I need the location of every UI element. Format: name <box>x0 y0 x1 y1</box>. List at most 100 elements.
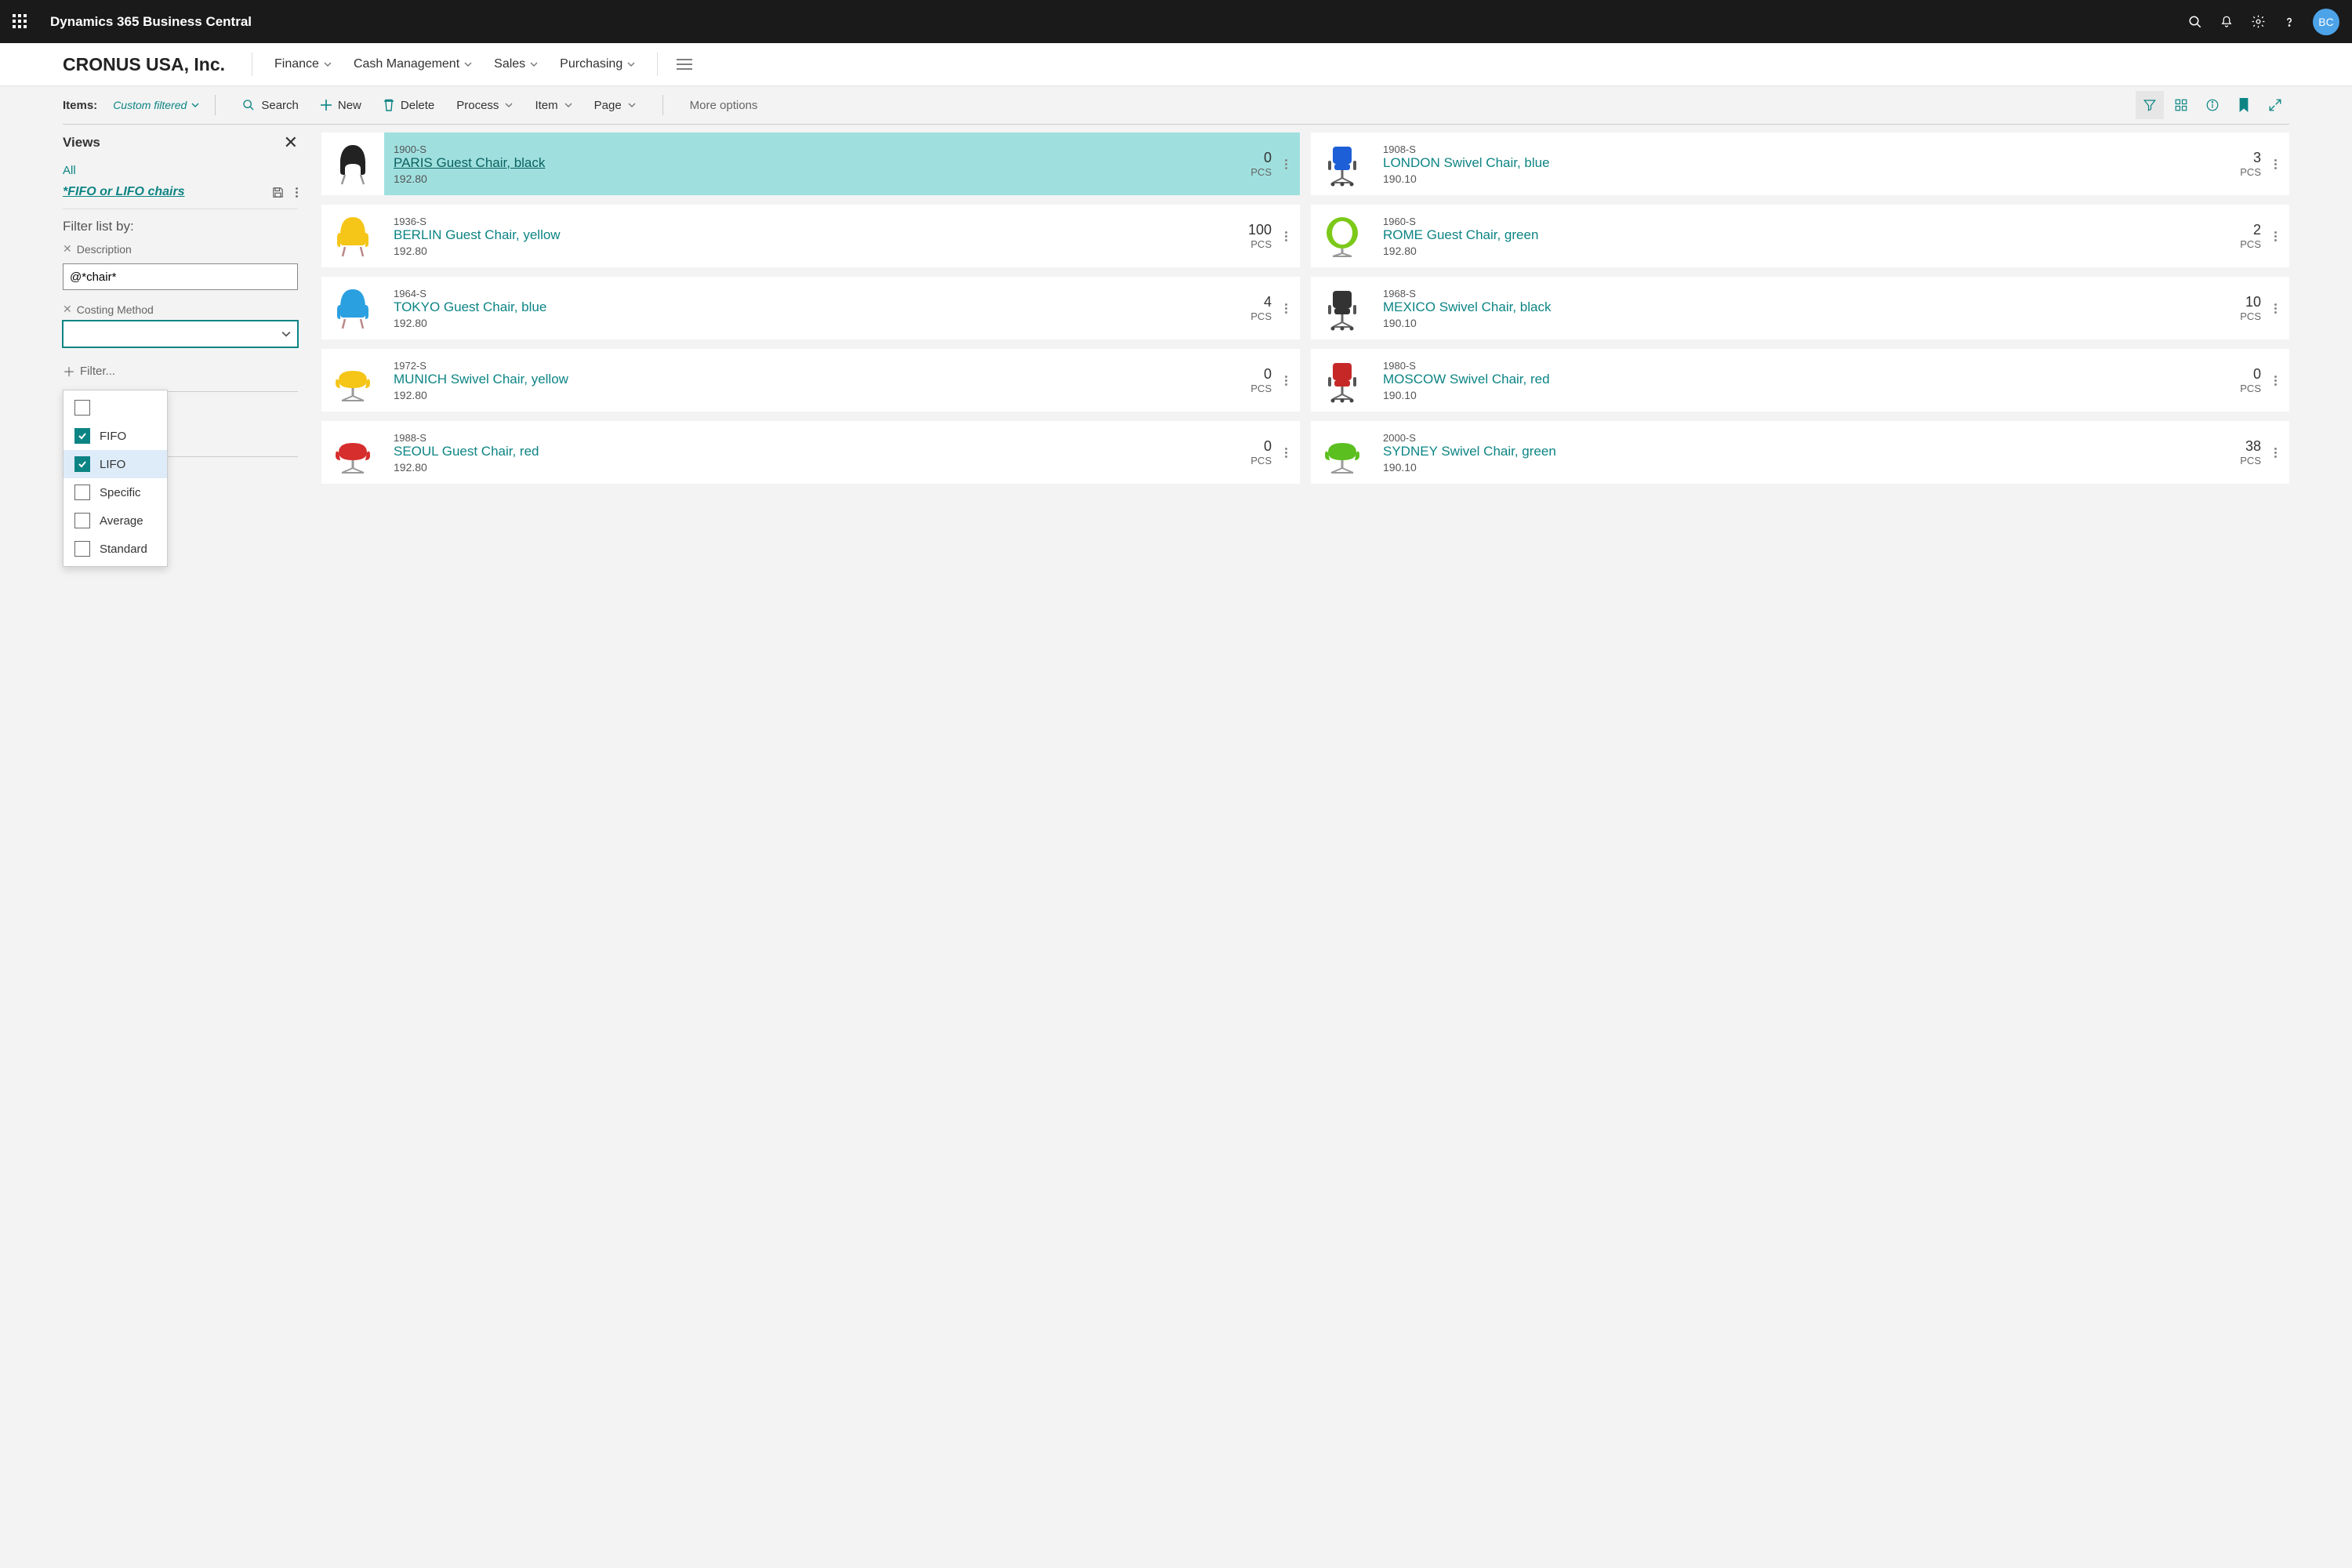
remove-filter-icon[interactable]: ✕ <box>63 303 72 316</box>
item-thumbnail <box>1311 349 1374 412</box>
item-unit: PCS <box>2240 383 2261 394</box>
item-unit: PCS <box>2240 238 2261 250</box>
tiles-view-icon[interactable] <box>2167 91 2195 119</box>
item-price: 192.80 <box>394 245 1239 257</box>
nav-cash-management[interactable]: Cash Management <box>354 57 472 71</box>
dropdown-option[interactable]: Average <box>64 506 167 535</box>
item-name[interactable]: LONDON Swivel Chair, blue <box>1383 155 2230 171</box>
item-thumbnail <box>321 421 384 484</box>
process-dropdown[interactable]: Process <box>456 99 513 112</box>
costing-method-dropdown: FIFO LIFO Specific Average Standard <box>63 390 168 567</box>
more-icon[interactable] <box>296 187 298 198</box>
bookmark-icon[interactable] <box>2230 91 2258 119</box>
item-more-icon[interactable] <box>2266 376 2285 386</box>
item-qty: 38 <box>2240 438 2261 455</box>
delete-label: Delete <box>401 99 434 112</box>
item-card[interactable]: 1900-S PARIS Guest Chair, black 192.80 0… <box>321 132 1300 195</box>
item-qty: 2 <box>2240 222 2261 238</box>
bell-icon[interactable] <box>2211 6 2242 38</box>
filter-view-dropdown[interactable]: Custom filtered <box>113 99 199 111</box>
option-label: FIFO <box>100 430 126 443</box>
item-sku: 1980-S <box>1383 360 2230 372</box>
item-name[interactable]: SYDNEY Swivel Chair, green <box>1383 444 2230 459</box>
item-card[interactable]: 1908-S LONDON Swivel Chair, blue 190.10 … <box>1311 132 2289 195</box>
item-card[interactable]: 1968-S MEXICO Swivel Chair, black 190.10… <box>1311 277 2289 339</box>
item-more-icon[interactable] <box>1276 303 1295 314</box>
remove-filter-icon[interactable]: ✕ <box>63 242 72 256</box>
item-name[interactable]: MOSCOW Swivel Chair, red <box>1383 372 2230 387</box>
description-input[interactable] <box>63 263 298 290</box>
page-dropdown[interactable]: Page <box>594 99 636 112</box>
more-options[interactable]: More options <box>690 99 758 112</box>
item-name[interactable]: MEXICO Swivel Chair, black <box>1383 299 2230 315</box>
expand-icon[interactable] <box>2261 91 2289 119</box>
item-more-icon[interactable] <box>1276 376 1295 386</box>
help-icon[interactable] <box>2274 6 2305 38</box>
item-more-icon[interactable] <box>1276 448 1295 458</box>
item-more-icon[interactable] <box>2266 303 2285 314</box>
app-launcher-icon[interactable] <box>13 14 28 30</box>
item-card[interactable]: 2000-S SYDNEY Swivel Chair, green 190.10… <box>1311 421 2289 484</box>
item-card[interactable]: 1960-S ROME Guest Chair, green 192.80 2 … <box>1311 205 2289 267</box>
item-sku: 1936-S <box>394 216 1239 227</box>
item-card[interactable]: 1964-S TOKYO Guest Chair, blue 192.80 4 … <box>321 277 1300 339</box>
dropdown-option[interactable]: Standard <box>64 535 167 563</box>
checkbox-icon[interactable] <box>74 541 90 557</box>
option-label: Specific <box>100 486 141 499</box>
view-active[interactable]: *FIFO or LIFO chairs <box>63 185 185 199</box>
add-filter[interactable]: ＋Filter... <box>63 361 298 380</box>
costing-method-select[interactable] <box>63 321 298 347</box>
company-name[interactable]: CRONUS USA, Inc. <box>63 54 225 75</box>
item-dropdown[interactable]: Item <box>535 99 572 112</box>
dropdown-option[interactable] <box>64 394 167 422</box>
item-card[interactable]: 1980-S MOSCOW Swivel Chair, red 190.10 0… <box>1311 349 2289 412</box>
item-card[interactable]: 1988-S SEOUL Guest Chair, red 192.80 0 P… <box>321 421 1300 484</box>
checkbox-icon[interactable] <box>74 400 90 416</box>
item-price: 190.10 <box>1383 317 2230 329</box>
item-name[interactable]: MUNICH Swivel Chair, yellow <box>394 372 1241 387</box>
checkbox-icon[interactable] <box>74 456 90 472</box>
item-card[interactable]: 1936-S BERLIN Guest Chair, yellow 192.80… <box>321 205 1300 267</box>
gear-icon[interactable] <box>2242 6 2274 38</box>
dropdown-option[interactable]: FIFO <box>64 422 167 450</box>
filter-pane-icon[interactable] <box>2136 91 2164 119</box>
item-name[interactable]: TOKYO Guest Chair, blue <box>394 299 1241 315</box>
save-icon[interactable] <box>271 186 285 199</box>
search-icon[interactable] <box>2180 6 2211 38</box>
search-action[interactable]: Search <box>242 99 299 112</box>
delete-action[interactable]: Delete <box>383 99 434 112</box>
item-more-icon[interactable] <box>2266 448 2285 458</box>
item-thumbnail <box>1311 205 1374 267</box>
item-name[interactable]: BERLIN Guest Chair, yellow <box>394 227 1239 243</box>
item-name[interactable]: SEOUL Guest Chair, red <box>394 444 1241 459</box>
item-more-icon[interactable] <box>2266 231 2285 241</box>
nav-purchasing[interactable]: Purchasing <box>560 57 635 71</box>
dropdown-option[interactable]: Specific <box>64 478 167 506</box>
item-name[interactable]: ROME Guest Chair, green <box>1383 227 2230 243</box>
item-thumbnail <box>1311 421 1374 484</box>
item-qty: 0 <box>1250 366 1272 383</box>
item-more-icon[interactable] <box>2266 159 2285 169</box>
item-name[interactable]: PARIS Guest Chair, black <box>394 155 1241 171</box>
info-icon[interactable] <box>2198 91 2227 119</box>
checkbox-icon[interactable] <box>74 513 90 528</box>
menu-icon[interactable] <box>677 58 692 71</box>
process-label: Process <box>456 99 499 112</box>
option-label: Average <box>100 514 143 528</box>
app-title: Dynamics 365 Business Central <box>50 14 252 30</box>
item-card[interactable]: 1972-S MUNICH Swivel Chair, yellow 192.8… <box>321 349 1300 412</box>
dropdown-option[interactable]: LIFO <box>64 450 167 478</box>
checkbox-icon[interactable] <box>74 428 90 444</box>
new-action[interactable]: New <box>321 99 361 112</box>
item-price: 192.80 <box>394 461 1241 474</box>
view-all[interactable]: All <box>63 164 298 177</box>
checkbox-icon[interactable] <box>74 485 90 500</box>
avatar[interactable]: BC <box>2313 9 2339 35</box>
item-unit: PCS <box>1250 455 1272 466</box>
item-more-icon[interactable] <box>1276 231 1295 241</box>
item-thumbnail <box>321 349 384 412</box>
nav-sales[interactable]: Sales <box>494 57 538 71</box>
nav-finance[interactable]: Finance <box>274 57 332 71</box>
item-more-icon[interactable] <box>1276 159 1295 169</box>
close-icon[interactable]: ✕ <box>284 132 298 153</box>
